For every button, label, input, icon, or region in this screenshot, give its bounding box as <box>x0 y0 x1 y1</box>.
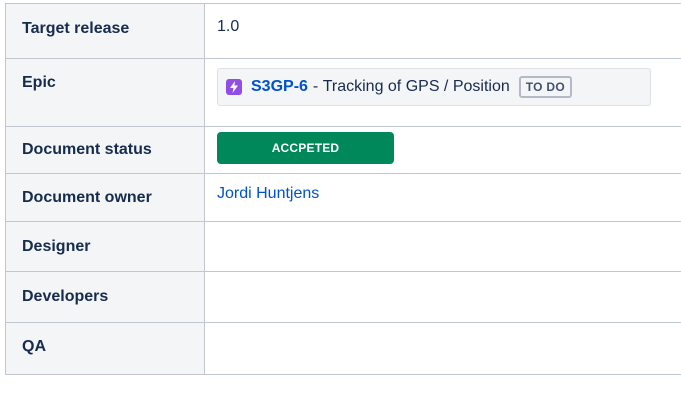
issue-status-lozenge: TO DO <box>518 76 573 98</box>
target-release-label: Target release <box>5 3 205 59</box>
lightning-bolt-icon <box>226 79 242 95</box>
epic-separator: - <box>312 78 319 95</box>
document-properties-table: Target release 1.0 Epic S3GP-6 - Trackin… <box>5 3 681 375</box>
table-row: QA <box>5 322 681 375</box>
designer-value <box>204 221 681 272</box>
table-row: Designer <box>5 221 681 272</box>
table-row: Document owner Jordi Huntjens <box>5 173 681 222</box>
document-owner-label: Document owner <box>5 173 205 222</box>
qa-label: QA <box>5 322 205 375</box>
epic-label: Epic <box>5 58 205 127</box>
table-row: Document status ACCPETED <box>5 126 681 174</box>
qa-value <box>204 322 681 375</box>
target-release-value: 1.0 <box>204 3 681 59</box>
document-owner-link[interactable]: Jordi Huntjens <box>217 185 319 202</box>
table-row: Epic S3GP-6 - Tracking of GPS / Position… <box>5 58 681 127</box>
developers-value <box>204 271 681 323</box>
epic-summary: Tracking of GPS / Position <box>322 78 510 95</box>
jira-issue-macro[interactable]: S3GP-6 - Tracking of GPS / Position TO D… <box>217 68 651 106</box>
document-status-label: Document status <box>5 126 205 174</box>
table-row: Developers <box>5 271 681 323</box>
designer-label: Designer <box>5 221 205 272</box>
developers-label: Developers <box>5 271 205 323</box>
epic-key-link[interactable]: S3GP-6 <box>251 78 308 96</box>
table-row: Target release 1.0 <box>5 3 681 59</box>
document-status-lozenge: ACCPETED <box>217 132 394 164</box>
